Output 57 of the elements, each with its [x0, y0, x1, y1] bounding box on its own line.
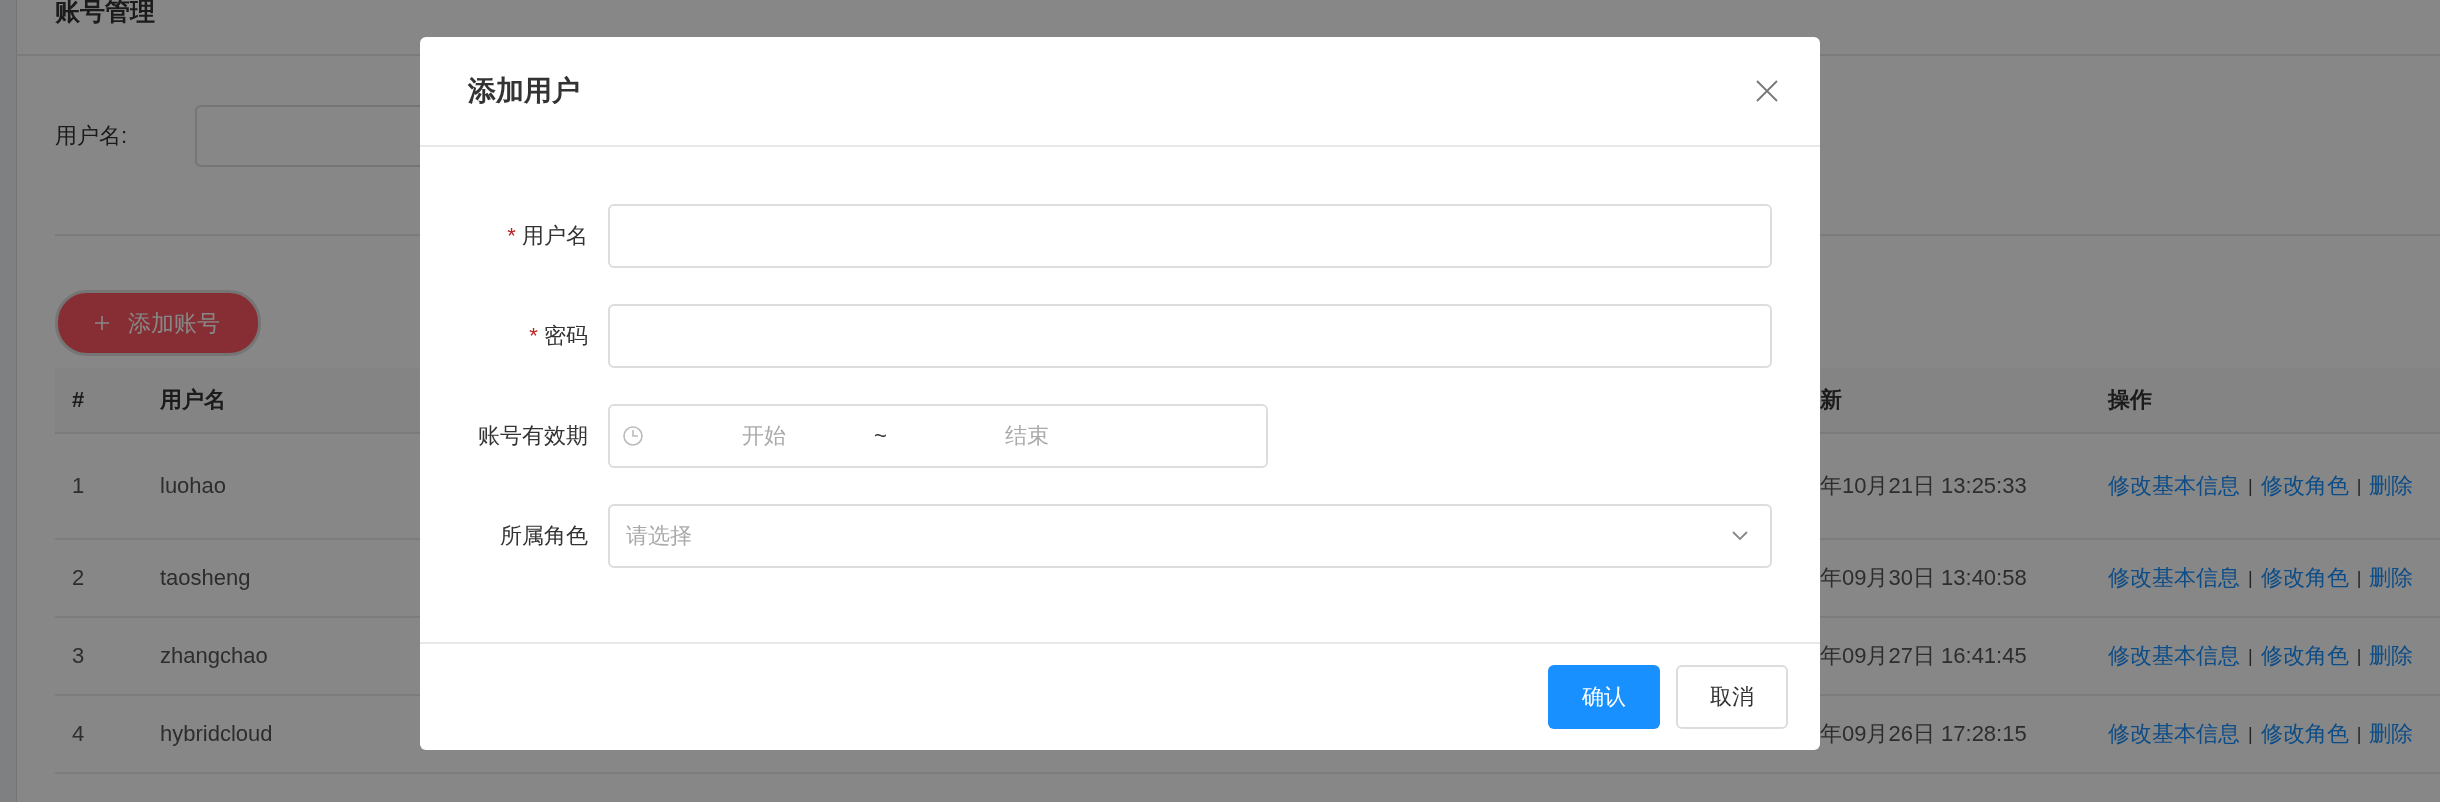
start-placeholder: 开始	[741, 422, 787, 450]
add-account-button[interactable]: 添加账号	[55, 290, 261, 356]
input-field[interactable]	[608, 304, 1772, 368]
dialog-title: 添加用户	[468, 74, 580, 108]
action-link[interactable]: 修改角色	[2260, 719, 2349, 749]
table-cell-text: hybridcloud	[160, 721, 274, 747]
action-link[interactable]: 删除	[2369, 563, 2414, 593]
separator: |	[2356, 475, 2362, 497]
column-header: 新	[1820, 386, 1843, 414]
end-placeholder: 结束	[1003, 422, 1050, 450]
field-label: 所属角色	[499, 522, 589, 550]
input-field[interactable]	[608, 204, 1772, 268]
action-link[interactable]: 修改角色	[2260, 563, 2349, 593]
action-link[interactable]: 修改角色	[2260, 641, 2349, 671]
chevron-down-icon	[1732, 531, 1748, 541]
separator: |	[2248, 645, 2253, 667]
table-cell-text: 年09月26日 17:28:15	[1820, 720, 2028, 748]
column-header: 用户名	[160, 386, 227, 414]
table-cell-text: 1	[71, 473, 86, 499]
table-cell-text: 3	[71, 643, 86, 669]
action-link[interactable]: 修改基本信息	[2108, 471, 2240, 501]
page-title: 账号管理	[55, 0, 155, 24]
table-cell-text: 2	[71, 565, 86, 591]
separator: |	[2356, 567, 2362, 589]
table-cell-text: taosheng	[160, 565, 252, 591]
separator: |	[2248, 723, 2253, 745]
select-field[interactable]: 请选择	[608, 504, 1772, 568]
action-link[interactable]: 修改基本信息	[2108, 563, 2240, 593]
table-cell-text: 年10月21日 13:25:33	[1820, 472, 2028, 500]
separator: |	[2248, 567, 2253, 589]
close-icon[interactable]	[1756, 80, 1778, 102]
action-link[interactable]: 修改基本信息	[2108, 641, 2240, 671]
table-cell-text: 4	[71, 721, 86, 747]
column-header: 操作	[2108, 386, 2152, 414]
field-label: * 用户名	[506, 222, 589, 250]
table-cell-text: luohao	[160, 473, 228, 499]
separator: |	[2248, 475, 2253, 497]
action-link[interactable]: 删除	[2369, 641, 2414, 671]
separator: |	[2356, 723, 2362, 745]
clock-icon	[622, 425, 644, 447]
dialog-button[interactable]: 确认	[1548, 665, 1660, 729]
search-label: 用户名:	[55, 122, 129, 150]
separator: |	[2356, 645, 2362, 667]
action-link[interactable]: 修改角色	[2260, 471, 2349, 501]
column-header: #	[71, 387, 86, 413]
action-link[interactable]: 删除	[2369, 719, 2414, 749]
table-cell-text: 年09月30日 13:40:58	[1820, 564, 2028, 592]
action-link[interactable]: 修改基本信息	[2108, 719, 2240, 749]
range-separator: ~	[874, 423, 887, 449]
dialog-button[interactable]: 取消	[1676, 665, 1788, 729]
date-range-field[interactable]: 开始 ~ 结束	[608, 404, 1268, 468]
action-link[interactable]: 删除	[2369, 471, 2414, 501]
table-cell-text: 年09月27日 16:41:45	[1820, 642, 2028, 670]
field-label: * 密码	[528, 322, 589, 350]
plus-icon	[94, 315, 110, 331]
field-label: 账号有效期	[477, 422, 589, 450]
table-cell-text: zhangchao	[160, 643, 269, 669]
